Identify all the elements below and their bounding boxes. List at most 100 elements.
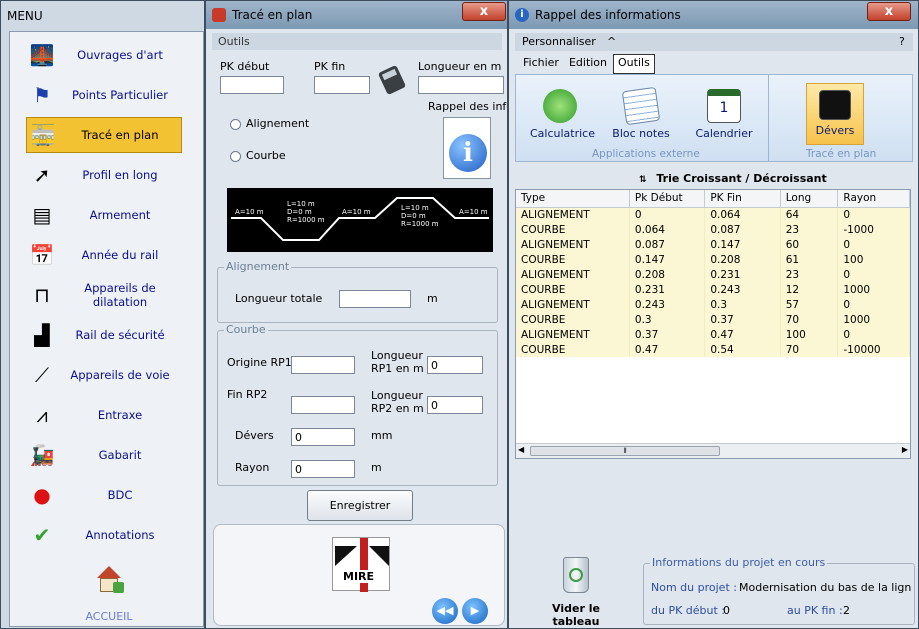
sort-header[interactable]: ⇅ Trie Croissant / Décroissant xyxy=(639,172,827,185)
data-grid: Type Pk Début PK Fin Long Rayon ALIGNEMENT 0 0… xyxy=(515,189,911,459)
pk-debut-info-label: du PK début : xyxy=(651,604,726,617)
menu-item-4[interactable]: ▤ Armement xyxy=(26,197,182,233)
table-cell: 0.064 xyxy=(704,207,781,222)
devers-tool[interactable]: Dévers xyxy=(806,83,864,145)
menu-item-11[interactable]: ● BDC xyxy=(26,477,182,513)
table-row[interactable]: ALIGNEMENT 0.37 0.47 100 0 xyxy=(516,327,910,342)
tab-fichier[interactable]: Fichier xyxy=(519,54,563,74)
pk-fin-input[interactable] xyxy=(314,76,370,94)
bloc-notes-tool[interactable]: Bloc notes xyxy=(610,86,672,140)
rappel-info-button[interactable]: i xyxy=(443,117,491,179)
svg-text:A=10 m: A=10 m xyxy=(342,208,371,216)
column-header[interactable]: Pk Début xyxy=(629,190,706,208)
table-cell: COURBE xyxy=(516,222,630,237)
rewind-button[interactable]: ◀◀ xyxy=(432,598,458,624)
column-header[interactable]: Long xyxy=(780,190,839,208)
menu-item-10[interactable]: 🚂 Gabarit xyxy=(26,437,182,473)
courbe-radio[interactable] xyxy=(230,151,241,162)
vider-label: Vider le tableau xyxy=(552,602,600,628)
calendrier-tool[interactable]: 1 Calendrier xyxy=(694,89,754,140)
table-cell: 0.54 xyxy=(704,342,781,357)
table-row[interactable]: COURBE 0.47 0.54 70 -10000 xyxy=(516,342,910,357)
home-button[interactable]: ACCUEIL xyxy=(81,566,137,623)
longueur-label: Longueur en m xyxy=(418,60,502,73)
menu-item-label: Rail de sécurité xyxy=(75,328,165,342)
longueur-rp2-input[interactable]: 0 xyxy=(427,396,483,414)
table-cell: 0.231 xyxy=(704,267,781,282)
menu-item-12[interactable]: ✔ Annotations xyxy=(26,517,182,553)
menu-item-6[interactable]: ⊓ Appareils de dilatation xyxy=(26,277,182,313)
info-icon: i xyxy=(515,8,529,22)
scroll-left-arrow[interactable]: ◀ xyxy=(518,445,524,454)
alignement-radio[interactable] xyxy=(230,119,241,130)
ribbon-tabs: Fichier Edition Outils xyxy=(519,54,655,74)
menu-item-7[interactable]: ▟ Rail de sécurité xyxy=(26,317,182,353)
menu-item-1[interactable]: ⚑ Points Particulier xyxy=(26,77,182,113)
personnaliser-menu[interactable]: Personnaliser xyxy=(522,35,596,48)
tab-outils[interactable]: Outils xyxy=(613,54,655,74)
close-button[interactable]: x xyxy=(462,2,506,21)
menu-item-8[interactable]: ⟋ Appareils de voie xyxy=(26,357,182,393)
fin-rp2-input[interactable] xyxy=(291,396,355,414)
forward-button[interactable]: ▶ xyxy=(462,598,488,624)
menu-item-0[interactable]: 🌉 Ouvrages d'art xyxy=(26,37,182,73)
menu-item-label: Annotations xyxy=(85,528,155,542)
menu-item-2[interactable]: 🚋 Tracé en plan xyxy=(26,117,182,153)
table-cell: 100 xyxy=(780,327,839,342)
calculator-icon[interactable] xyxy=(377,64,407,96)
svg-text:R=1000 m: R=1000 m xyxy=(401,220,439,228)
tab-edition[interactable]: Edition xyxy=(565,54,611,74)
column-header[interactable]: Rayon xyxy=(837,190,910,208)
menu-panel: 🌉 Ouvrages d'art ⚑ Points Particulier 🚋 Tracé… xyxy=(9,31,204,627)
devers-chart-icon xyxy=(819,90,851,120)
table-row[interactable]: ALIGNEMENT 0.243 0.3 57 0 xyxy=(516,297,910,312)
menu-item-3[interactable]: ➚ Profil en long xyxy=(26,157,182,193)
column-header[interactable]: PK Fin xyxy=(704,190,781,208)
longueur-totale-input[interactable] xyxy=(339,290,411,308)
table-row[interactable]: COURBE 0.147 0.208 61 100 xyxy=(516,252,910,267)
close-button[interactable]: x xyxy=(867,2,911,21)
calculatrice-label: Calculatrice xyxy=(530,127,596,140)
pk-fin-info-value: 2 xyxy=(843,604,850,617)
collapse-caret[interactable]: ^ xyxy=(607,35,616,48)
menu-title: MENU xyxy=(7,9,43,23)
longueur-totale-label: Longueur totale xyxy=(235,292,323,305)
scroll-right-arrow[interactable]: ▶ xyxy=(902,445,908,454)
vider-button[interactable]: Vider le tableau xyxy=(527,557,625,628)
longueur-rp1-input[interactable]: 0 xyxy=(427,356,483,374)
ribbon: Calculatrice Bloc notes 1 Calendrier Dév… xyxy=(515,74,913,162)
trash-icon xyxy=(563,557,589,593)
scroll-thumb[interactable]: ⦀ xyxy=(530,446,720,456)
svg-text:D=0 m: D=0 m xyxy=(287,208,312,216)
devers-input[interactable]: 0 xyxy=(291,428,355,446)
table-row[interactable]: COURBE 0.231 0.243 12 1000 xyxy=(516,282,910,297)
table-row[interactable]: ALIGNEMENT 0 0.064 64 0 xyxy=(516,207,910,222)
personnaliser-bar: Personnaliser ^ ? xyxy=(515,33,913,51)
table-cell: 1000 xyxy=(837,282,910,297)
table-cell: ALIGNEMENT xyxy=(516,207,630,222)
enregistrer-button[interactable]: Enregistrer xyxy=(307,490,413,521)
pk-debut-input[interactable] xyxy=(220,76,284,94)
rayon-input[interactable]: 0 xyxy=(291,460,355,478)
table-row[interactable]: ALIGNEMENT 0.087 0.147 60 0 xyxy=(516,237,910,252)
menu-item-label: Profil en long xyxy=(82,168,158,182)
column-header[interactable]: Type xyxy=(516,190,630,208)
calendar-icon: 📅 xyxy=(29,243,55,267)
table-row[interactable]: COURBE 0.064 0.087 23 -1000 xyxy=(516,222,910,237)
table-row[interactable]: ALIGNEMENT 0.208 0.231 23 0 xyxy=(516,267,910,282)
help-button[interactable]: ? xyxy=(899,35,905,48)
menu-item-label: Tracé en plan xyxy=(81,128,159,142)
table-cell: 23 xyxy=(780,267,839,282)
table-row[interactable]: COURBE 0.3 0.37 70 1000 xyxy=(516,312,910,327)
menu-item-5[interactable]: 📅 Année du rail xyxy=(26,237,182,273)
bloc-notes-label: Bloc notes xyxy=(612,127,670,140)
longueur-input[interactable] xyxy=(418,76,504,94)
calculatrice-tool[interactable]: Calculatrice xyxy=(530,89,595,140)
outils-menu[interactable]: Outils xyxy=(212,33,502,50)
table-cell: ALIGNEMENT xyxy=(516,327,630,342)
longueur-rp2-label-a: Longueur xyxy=(371,389,423,402)
menu-item-9[interactable]: ⩘ Entraxe xyxy=(26,397,182,433)
origine-rp1-input[interactable] xyxy=(291,356,355,374)
devers-label: Dévers xyxy=(815,124,855,137)
horizontal-scrollbar[interactable]: ◀ ⦀ ▶ xyxy=(516,443,910,458)
